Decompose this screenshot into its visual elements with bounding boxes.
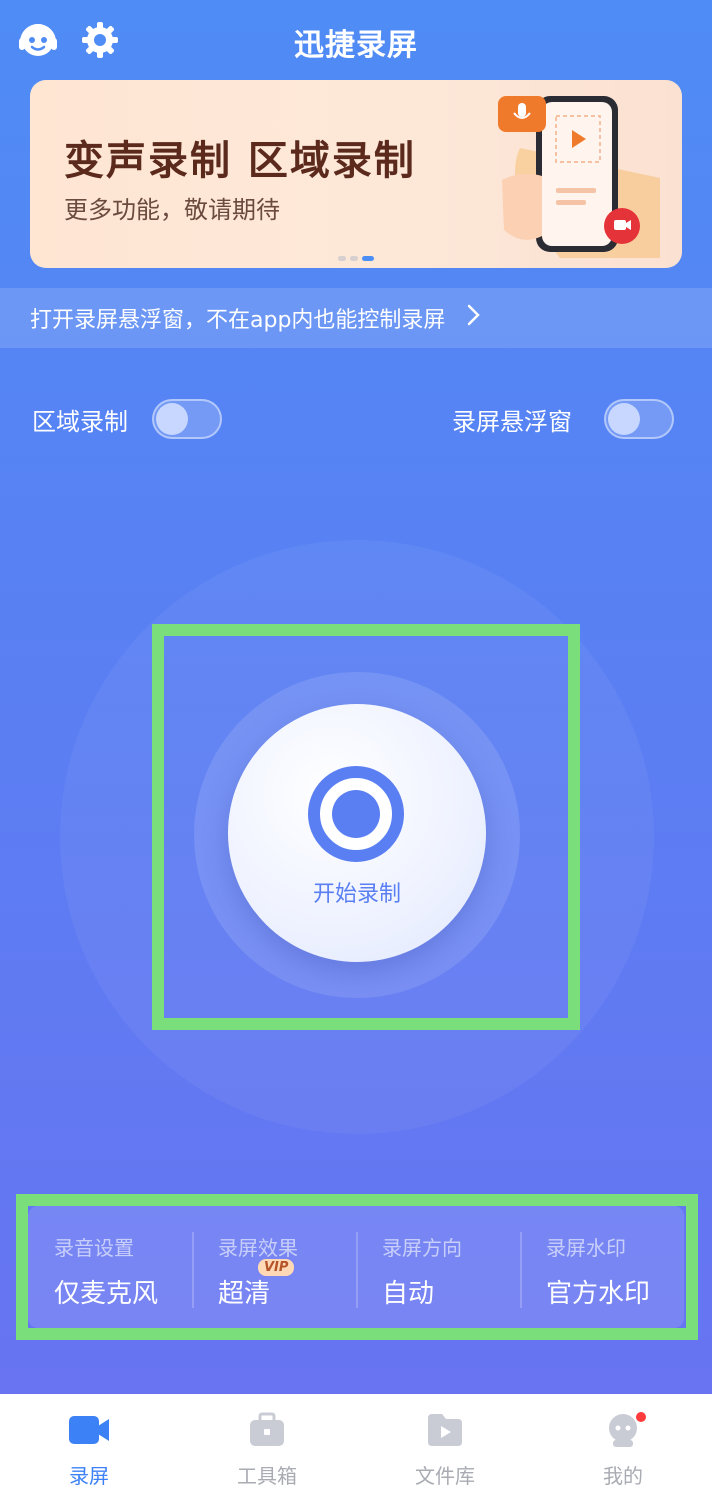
nav-label: 我的 bbox=[603, 1464, 643, 1488]
floating-window-row: 录屏悬浮窗 bbox=[452, 396, 674, 442]
nav-tab-files[interactable]: 文件库 bbox=[356, 1394, 534, 1506]
folder-play-icon bbox=[428, 1414, 462, 1446]
phone-illustration-icon bbox=[498, 96, 660, 258]
highlight-box-settings bbox=[16, 1194, 698, 1340]
highlight-box-record bbox=[152, 624, 580, 1030]
banner-page-indicator bbox=[338, 256, 374, 261]
floating-window-label: 录屏悬浮窗 bbox=[452, 407, 572, 436]
app-title: 迅捷录屏 bbox=[294, 28, 418, 63]
chevron-right-icon bbox=[467, 303, 481, 333]
nav-label: 工具箱 bbox=[237, 1464, 297, 1488]
toggle-knob bbox=[156, 403, 188, 435]
floating-window-toggle[interactable] bbox=[604, 399, 674, 439]
top-bar: 迅捷录屏 bbox=[0, 0, 712, 80]
notice-text: 打开录屏悬浮窗，不在app内也能控制录屏 bbox=[30, 308, 446, 333]
nav-tab-mine[interactable]: 我的 bbox=[534, 1394, 712, 1506]
page-dot bbox=[350, 256, 358, 261]
nav-tab-toolbox[interactable]: 工具箱 bbox=[178, 1394, 356, 1506]
nav-tab-record[interactable]: 录屏 bbox=[0, 1394, 178, 1506]
page-dot-active bbox=[362, 256, 374, 261]
bottom-nav: 录屏 工具箱 文件库 我的 bbox=[0, 1394, 712, 1506]
region-record-toggle[interactable] bbox=[152, 399, 222, 439]
toggle-knob bbox=[608, 403, 640, 435]
region-record-label: 区域录制 bbox=[32, 407, 128, 436]
promo-banner[interactable]: 变声录制 区域录制 更多功能，敬请期待 bbox=[30, 80, 682, 268]
nav-label: 录屏 bbox=[69, 1464, 109, 1488]
banner-subtitle: 更多功能，敬请期待 bbox=[64, 196, 280, 224]
page-dot bbox=[338, 256, 346, 261]
video-camera-icon bbox=[69, 1416, 109, 1444]
floating-window-notice[interactable]: 打开录屏悬浮窗，不在app内也能控制录屏 bbox=[0, 288, 712, 348]
region-record-row: 区域录制 bbox=[32, 396, 222, 442]
toolbox-icon bbox=[250, 1412, 284, 1446]
nav-label: 文件库 bbox=[415, 1464, 475, 1488]
notification-dot bbox=[636, 1412, 646, 1422]
banner-title: 变声录制 区域录制 bbox=[64, 138, 416, 184]
